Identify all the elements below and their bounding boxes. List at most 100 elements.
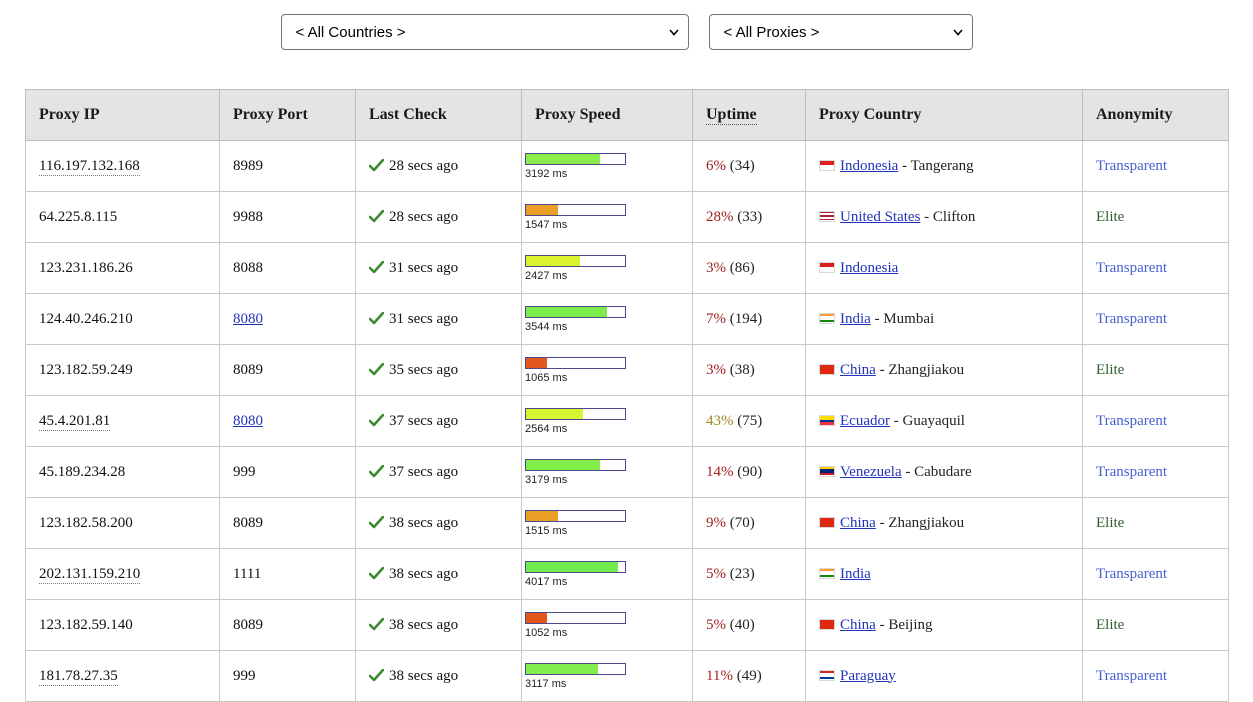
proxy-speed-value: 3192 ms — [525, 168, 692, 180]
column-header-last-check[interactable]: Last Check — [356, 90, 522, 141]
last-check-value: 38 secs ago — [389, 515, 458, 531]
proxy-speed-value: 2564 ms — [525, 423, 692, 435]
flag-ecuador-icon — [819, 415, 835, 426]
filter-bar: < All Countries > < All Proxies > — [0, 0, 1253, 50]
proxy-filter-value: < All Proxies > — [724, 24, 820, 41]
table-row: 123.182.59.140808938 secs ago1052 ms5% (… — [26, 600, 1229, 651]
proxy-country-link[interactable]: India — [840, 566, 871, 582]
cell-last-check: 38 secs ago — [356, 600, 522, 651]
cell-anonymity: Elite — [1083, 192, 1229, 243]
cell-proxy-port[interactable]: 8080 — [220, 396, 356, 447]
proxy-speed-value: 4017 ms — [525, 576, 692, 588]
proxy-speed-bar — [525, 663, 626, 675]
proxy-ip-value: 123.182.58.200 — [39, 515, 133, 531]
cell-last-check: 38 secs ago — [356, 549, 522, 600]
proxy-speed-bar — [525, 255, 626, 267]
cell-uptime: 5% (23) — [693, 549, 806, 600]
cell-proxy-ip: 202.131.159.210 — [26, 549, 220, 600]
proxy-port-value: 8089 — [233, 362, 263, 378]
flag-india-icon — [819, 313, 835, 324]
cell-proxy-speed: 4017 ms — [522, 549, 693, 600]
proxy-country-link[interactable]: Ecuador — [840, 413, 890, 429]
flag-china-icon — [819, 619, 835, 630]
proxy-country-link[interactable]: Indonesia — [840, 158, 898, 174]
proxy-table: Proxy IP Proxy Port Last Check Proxy Spe… — [25, 89, 1229, 702]
proxy-country-link[interactable]: India — [840, 311, 871, 327]
cell-proxy-country: India - Mumbai — [806, 294, 1083, 345]
cell-anonymity: Transparent — [1083, 447, 1229, 498]
last-check-value: 28 secs ago — [389, 158, 458, 174]
proxy-port-value: 8089 — [233, 617, 263, 633]
proxy-speed-bar — [525, 306, 626, 318]
flag-indonesia-icon — [819, 160, 835, 171]
flag-indonesia-icon — [819, 262, 835, 273]
proxy-filter-select[interactable]: < All Proxies > — [709, 14, 973, 50]
flag-china-icon — [819, 364, 835, 375]
proxy-port-value: 8089 — [233, 515, 263, 531]
table-row: 181.78.27.3599938 secs ago3117 ms11% (49… — [26, 651, 1229, 702]
uptime-percent: 5% — [706, 566, 726, 582]
column-header-proxy-country[interactable]: Proxy Country — [806, 90, 1083, 141]
chevron-down-icon — [669, 27, 678, 36]
country-city-separator: - — [902, 464, 915, 480]
cell-proxy-country: Indonesia — [806, 243, 1083, 294]
cell-anonymity: Transparent — [1083, 294, 1229, 345]
proxy-speed-value: 1547 ms — [525, 219, 692, 231]
cell-proxy-port: 8989 — [220, 141, 356, 192]
country-city-separator: - — [871, 311, 884, 327]
cell-proxy-speed: 3179 ms — [522, 447, 693, 498]
proxy-port-value: 999 — [233, 464, 256, 480]
proxy-port-value: 8989 — [233, 158, 263, 174]
cell-proxy-port[interactable]: 8080 — [220, 294, 356, 345]
proxy-country-link[interactable]: Venezuela — [840, 464, 902, 480]
country-city-separator: - — [876, 362, 889, 378]
anonymity-value: Transparent — [1096, 566, 1167, 582]
proxy-speed-bar — [525, 561, 626, 573]
proxy-city-value: Clifton — [933, 209, 976, 225]
uptime-percent: 7% — [706, 311, 726, 327]
column-header-label: Last Check — [369, 106, 447, 123]
proxy-country-link[interactable]: Paraguay — [840, 668, 896, 684]
table-row: 64.225.8.115998828 secs ago1547 ms28% (3… — [26, 192, 1229, 243]
proxy-country-link[interactable]: China — [840, 617, 876, 633]
cell-last-check: 28 secs ago — [356, 141, 522, 192]
cell-proxy-port: 999 — [220, 447, 356, 498]
proxy-country-link[interactable]: China — [840, 362, 876, 378]
cell-proxy-ip: 123.231.186.26 — [26, 243, 220, 294]
column-header-anonymity[interactable]: Anonymity — [1083, 90, 1229, 141]
uptime-count: (75) — [737, 413, 762, 429]
column-header-proxy-port[interactable]: Proxy Port — [220, 90, 356, 141]
country-filter-select[interactable]: < All Countries > — [281, 14, 689, 50]
uptime-percent: 3% — [706, 260, 726, 276]
proxy-country-link[interactable]: United States — [840, 209, 920, 225]
cell-last-check: 28 secs ago — [356, 192, 522, 243]
proxy-port-link[interactable]: 8080 — [233, 311, 263, 327]
cell-proxy-country: Venezuela - Cabudare — [806, 447, 1083, 498]
cell-proxy-port: 8088 — [220, 243, 356, 294]
proxy-speed-bar — [525, 153, 626, 165]
cell-anonymity: Transparent — [1083, 549, 1229, 600]
uptime-count: (40) — [730, 617, 755, 633]
cell-last-check: 37 secs ago — [356, 396, 522, 447]
table-row: 123.231.186.26808831 secs ago2427 ms3% (… — [26, 243, 1229, 294]
proxy-country-link[interactable]: Indonesia — [840, 260, 898, 276]
proxy-ip-value: 45.189.234.28 — [39, 464, 125, 480]
proxy-speed-value: 3117 ms — [525, 678, 692, 690]
last-check-value: 38 secs ago — [389, 566, 458, 582]
column-header-uptime[interactable]: Uptime — [693, 90, 806, 141]
proxy-speed-value: 3544 ms — [525, 321, 692, 333]
proxy-port-link[interactable]: 8080 — [233, 413, 263, 429]
table-row: 116.197.132.168898928 secs ago3192 ms6% … — [26, 141, 1229, 192]
cell-anonymity: Elite — [1083, 600, 1229, 651]
cell-proxy-ip: 116.197.132.168 — [26, 141, 220, 192]
cell-proxy-ip: 124.40.246.210 — [26, 294, 220, 345]
proxy-port-value: 999 — [233, 668, 256, 684]
cell-proxy-ip: 123.182.58.200 — [26, 498, 220, 549]
column-header-proxy-ip[interactable]: Proxy IP — [26, 90, 220, 141]
proxy-country-link[interactable]: China — [840, 515, 876, 531]
proxy-port-value: 1111 — [233, 566, 261, 582]
uptime-count: (49) — [737, 668, 762, 684]
table-row: 202.131.159.210 1111 38 secs ago 4017 ms5% … — [26, 549, 1229, 600]
green-check-icon — [369, 312, 384, 325]
column-header-proxy-speed[interactable]: Proxy Speed — [522, 90, 693, 141]
